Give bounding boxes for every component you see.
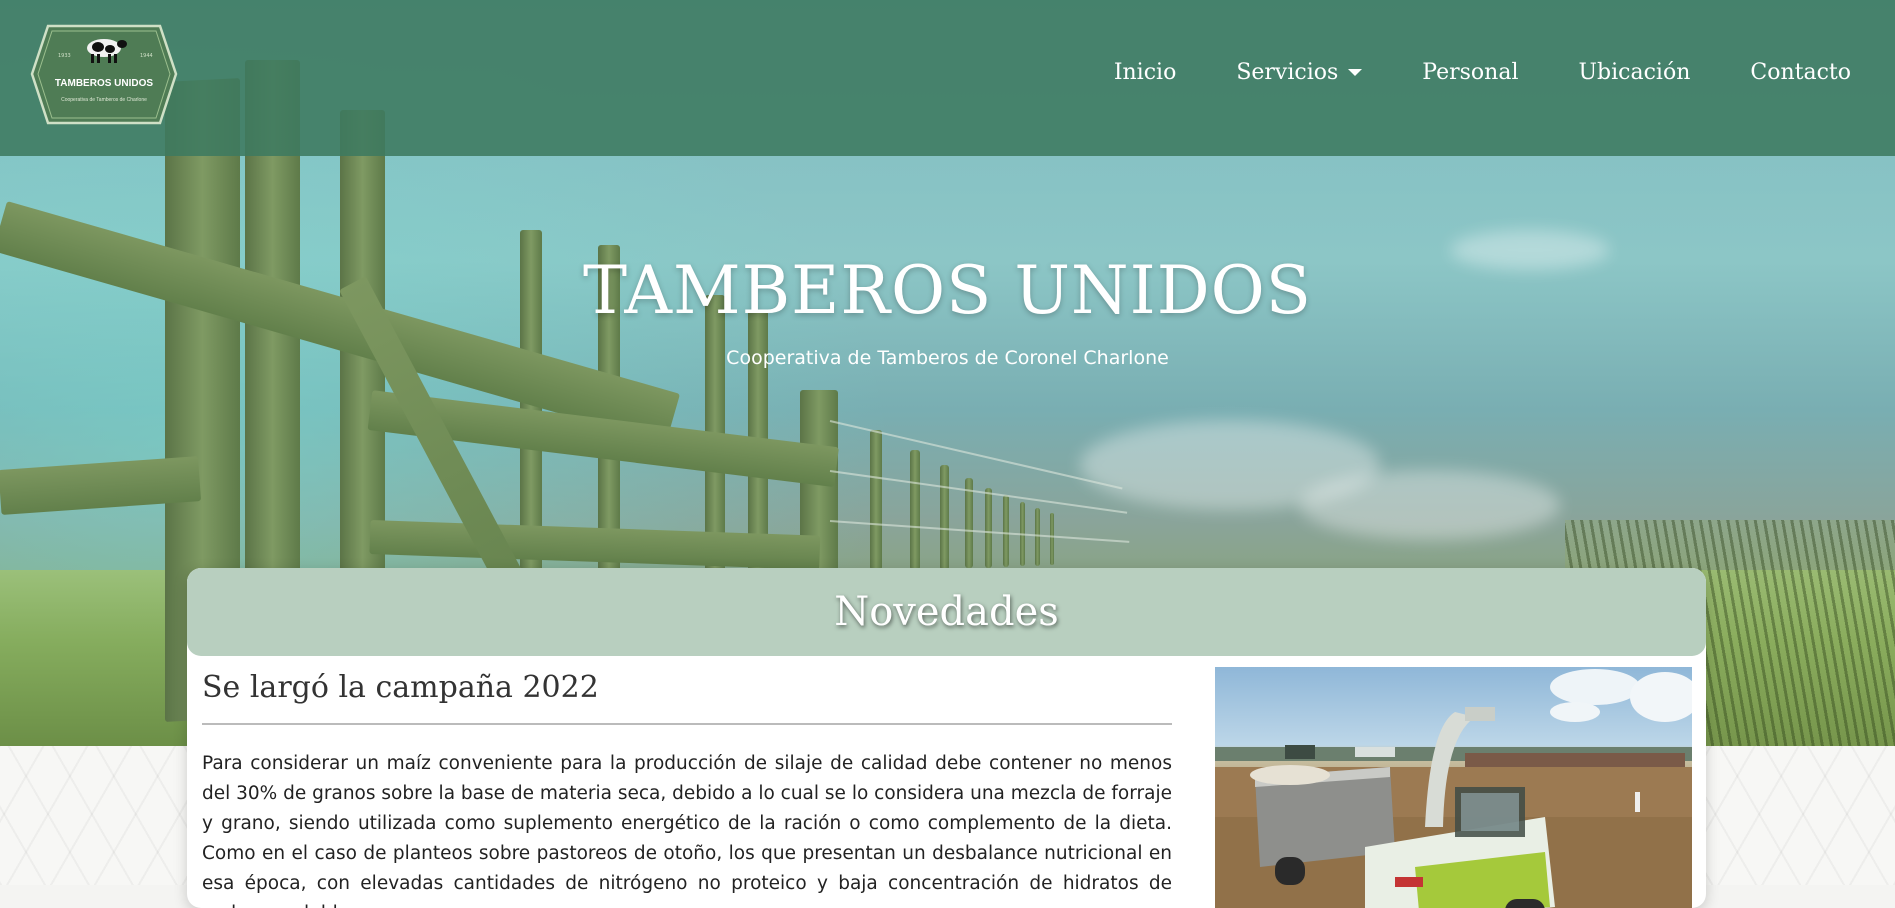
fence-post: [870, 430, 882, 570]
article-body: Para considerar un maíz conveniente para…: [202, 753, 1172, 908]
svg-text:1933: 1933: [58, 53, 71, 59]
hero-title: TAMBEROS UNIDOS: [582, 252, 1312, 329]
brand-logo[interactable]: 1933 1944 TAMBEROS UNIDOS Cooperativa de…: [30, 18, 178, 131]
svg-text:TAMBEROS UNIDOS: TAMBEROS UNIDOS: [55, 78, 153, 89]
harvester-photo: [1215, 667, 1692, 908]
harvester-illustration: [1215, 669, 1692, 908]
nav-link-personal[interactable]: Personal: [1422, 60, 1518, 85]
svg-text:Cooperativa de Tamberos de Cha: Cooperativa de Tamberos de Charlone: [61, 97, 147, 103]
caret-down-icon: [1348, 69, 1363, 76]
news-heading: Novedades: [834, 589, 1059, 635]
news-header: Novedades: [187, 568, 1706, 656]
news-card: Novedades Se largó la campaña 2022 Para …: [187, 568, 1706, 908]
nav-link-servicios[interactable]: Servicios: [1236, 60, 1363, 85]
svg-text:1944: 1944: [140, 53, 153, 59]
hero-subtitle: Cooperativa de Tamberos de Coronel Charl…: [726, 347, 1169, 369]
fence-post: [985, 488, 992, 568]
cloud: [1300, 470, 1560, 540]
cow-badge-icon: 1933 1944 TAMBEROS UNIDOS Cooperativa de…: [30, 24, 178, 125]
nav-link-contacto[interactable]: Contacto: [1750, 60, 1851, 85]
fence-post: [1050, 513, 1054, 565]
fence-post: [1003, 495, 1009, 567]
navbar: 1933 1944 TAMBEROS UNIDOS Cooperativa de…: [0, 0, 1895, 156]
fence-post: [910, 450, 920, 570]
nav-link-ubicacion[interactable]: Ubicación: [1579, 60, 1691, 85]
news-article: Se largó la campaña 2022 Para considerar…: [202, 666, 1172, 908]
nav-link-inicio[interactable]: Inicio: [1114, 60, 1177, 85]
fence-post: [940, 465, 949, 570]
nav-menu: Inicio Servicios Personal Ubicación Cont…: [1054, 60, 1851, 85]
fence-post: [1035, 508, 1040, 566]
article-title: Se largó la campaña 2022: [202, 666, 1172, 725]
